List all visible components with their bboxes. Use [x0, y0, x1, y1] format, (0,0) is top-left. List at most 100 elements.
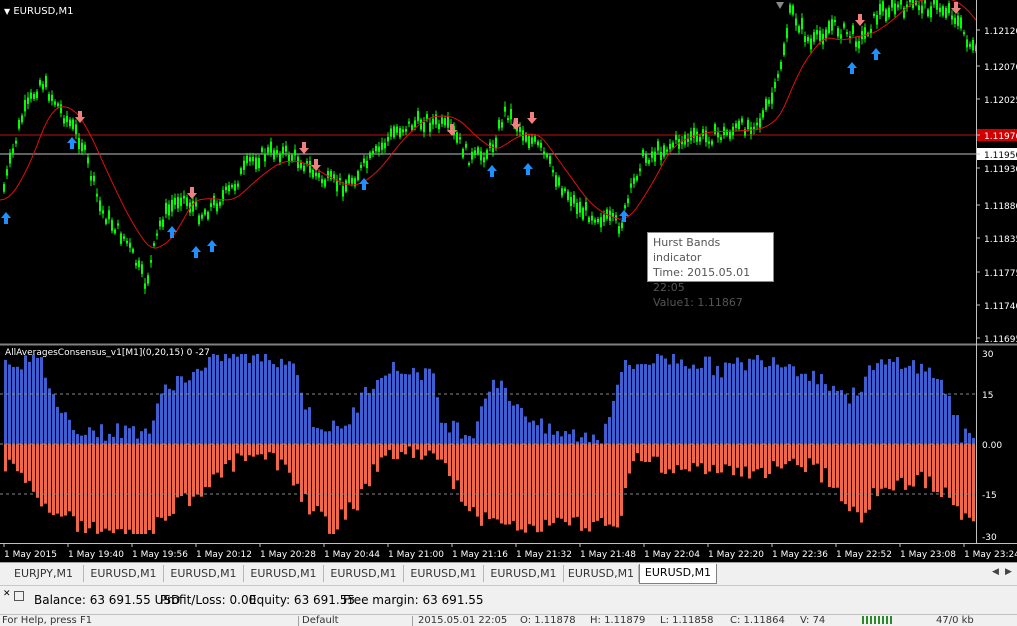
candle-body — [498, 119, 500, 129]
histogram-bar-negative — [752, 444, 755, 472]
histogram-bar-negative — [716, 444, 719, 474]
histogram-bar-negative — [484, 444, 487, 513]
histogram-bar-negative — [192, 444, 195, 497]
histogram-bar-negative — [508, 444, 511, 525]
candle-body — [561, 188, 563, 196]
histogram-bar-negative — [840, 444, 843, 502]
dropdown-arrow-icon[interactable]: ▼ — [4, 7, 10, 16]
candle-body — [624, 205, 626, 209]
histogram-bar-positive — [508, 400, 511, 444]
histogram-bar-negative — [472, 444, 475, 508]
candle-body — [540, 142, 542, 148]
histogram-bar-negative — [128, 444, 131, 530]
histogram-bar-positive — [452, 420, 455, 444]
candle-body — [78, 137, 80, 150]
candle-body — [282, 146, 284, 155]
tab-eurusd-m1-6[interactable]: EURUSD,M1 — [484, 565, 564, 582]
candle-body — [702, 129, 704, 137]
histogram-bar-negative — [228, 444, 231, 461]
histogram-bar-negative — [384, 444, 387, 456]
candle-body — [3, 184, 5, 192]
histogram-bar-positive — [940, 379, 943, 444]
histogram-bar-negative — [788, 444, 791, 461]
histogram-bar-negative — [440, 444, 443, 460]
candle-body — [873, 13, 875, 17]
candle-body — [219, 201, 221, 206]
histogram-bar-positive — [644, 364, 647, 444]
candle-body — [126, 240, 128, 244]
tab-eurusd-m1-active[interactable]: EURUSD,M1 — [639, 564, 717, 584]
candle-body — [864, 27, 866, 39]
indicator-title: AllAveragesConsensus_v1[M1](0,20,15) 0 -… — [5, 348, 210, 358]
chart-svg[interactable]: 1.12120 1.12070 1.12025 1.11976 1.11950 1.119… — [0, 0, 1017, 562]
histogram-bar-negative — [240, 444, 243, 456]
histogram-bar-negative — [236, 444, 239, 454]
histogram-bar-positive — [92, 430, 95, 444]
histogram-bar-negative — [824, 444, 827, 469]
histogram-bar-negative — [164, 444, 167, 521]
candle-body — [441, 117, 443, 124]
tab-eurjpy-m1[interactable]: EURJPY,M1 — [4, 565, 84, 582]
candle-body — [936, 0, 938, 10]
candle-body — [192, 200, 194, 212]
candle-body — [699, 137, 701, 142]
candle-body — [459, 137, 461, 140]
histogram-bar-negative — [476, 444, 479, 517]
candle-body — [465, 143, 467, 148]
tooltip-value: Value1: 1.11867 — [653, 296, 743, 309]
histogram-bar-positive — [728, 363, 731, 444]
chart-area[interactable]: 1.12120 1.12070 1.12025 1.11976 1.11950 1.119… — [0, 0, 1017, 562]
price-tick-label: 1.11835 — [984, 235, 1017, 245]
candle-body — [390, 128, 392, 137]
tab-eurusd-m1-4[interactable]: EURUSD,M1 — [324, 565, 404, 582]
candle-body — [171, 199, 173, 212]
histogram-bar-positive — [384, 375, 387, 444]
histogram-bar-positive — [120, 437, 123, 444]
histogram-bar-positive — [232, 354, 235, 444]
histogram-bar-negative — [620, 444, 623, 516]
close-terminal-icon[interactable]: ✕ — [3, 589, 11, 599]
histogram-bar-negative — [692, 444, 695, 464]
tab-scroll-right-icon[interactable]: ▶ — [1005, 567, 1012, 577]
tab-eurusd-m1-1[interactable]: EURUSD,M1 — [84, 565, 164, 582]
histogram-bar-positive — [276, 367, 279, 444]
candle-body — [387, 136, 389, 142]
tab-eurusd-m1-7[interactable]: EURUSD,M1 — [564, 565, 639, 582]
tab-eurusd-m1-3[interactable]: EURUSD,M1 — [244, 565, 324, 582]
histogram-bar-positive — [280, 358, 283, 444]
histogram-bar-negative — [880, 444, 883, 489]
histogram-bar-positive — [76, 434, 79, 444]
candle-body — [948, 3, 950, 14]
histogram-bar-negative — [732, 444, 735, 476]
histogram-bar-negative — [92, 444, 95, 522]
candle-body — [216, 203, 218, 212]
chart-shift-marker[interactable] — [776, 2, 784, 9]
histogram-bar-positive — [252, 355, 255, 444]
histogram-bar-positive — [228, 358, 231, 444]
tab-eurusd-m1-2[interactable]: EURUSD,M1 — [164, 565, 244, 582]
candle-body — [456, 132, 458, 143]
histogram-bar-positive — [724, 362, 727, 444]
candle-body — [690, 131, 692, 141]
candle-body — [846, 32, 848, 35]
histogram-bar-negative — [148, 444, 151, 531]
histogram-bar-positive — [808, 380, 811, 444]
tab-eurusd-m1-5[interactable]: EURUSD,M1 — [404, 565, 484, 582]
histogram-bar-negative — [116, 444, 119, 530]
histogram-bar-positive — [144, 428, 147, 444]
candle-body — [495, 137, 497, 149]
histogram-bar-negative — [844, 444, 847, 505]
histogram-bar-negative — [64, 444, 67, 516]
histogram-bar-negative — [100, 444, 103, 532]
indicator-tick-label: -30 — [982, 533, 997, 543]
histogram-bar-positive — [396, 370, 399, 444]
candle-body — [87, 157, 89, 164]
expand-icon[interactable] — [14, 591, 24, 601]
histogram-bar-negative — [828, 444, 831, 488]
candle-body — [726, 130, 728, 135]
tab-scroll-left-icon[interactable]: ◀ — [992, 567, 999, 577]
histogram-bar-positive — [312, 426, 315, 444]
candle-body — [642, 149, 644, 157]
histogram-bar-negative — [260, 444, 263, 455]
candle-body — [567, 191, 569, 200]
